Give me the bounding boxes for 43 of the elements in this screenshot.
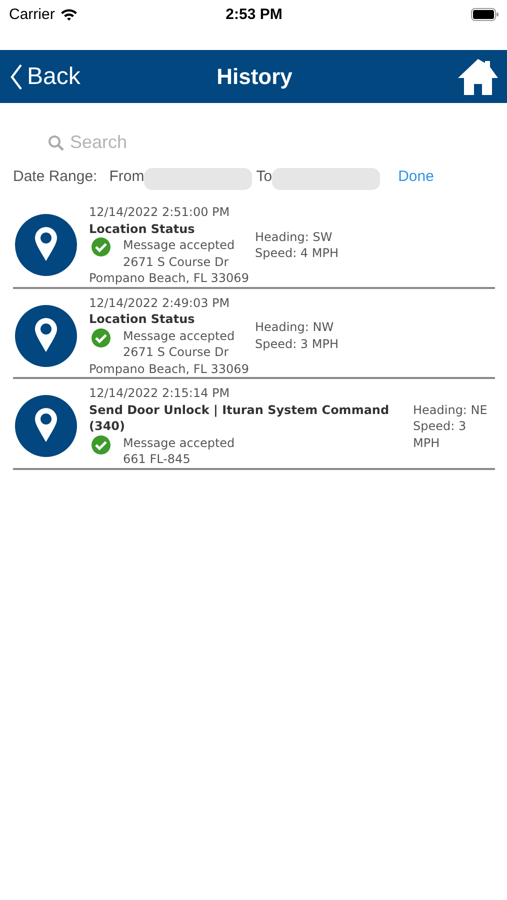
location-pin-icon bbox=[15, 395, 77, 458]
history-row[interactable]: 12/14/2022 2:49:03 PM Location Status Message accepted 2671 S Course Dr Pompano Beach, FL 33069 Heading: NW Speed: 3 MPH bbox=[13, 288, 495, 379]
to-date-field[interactable] bbox=[272, 168, 380, 190]
status-time: 2:53 PM bbox=[226, 6, 282, 22]
timestamp: 12/14/2022 2:15:14 PM bbox=[89, 385, 231, 402]
heading-text: Heading: NW bbox=[254, 319, 335, 336]
speed-text: Speed: 3 MPH bbox=[413, 418, 468, 451]
check-icon bbox=[91, 434, 111, 454]
battery-icon bbox=[471, 8, 500, 20]
entry-title: Location Status bbox=[89, 220, 196, 237]
entry-title: Location Status bbox=[89, 311, 196, 328]
check-icon bbox=[91, 237, 111, 257]
carrier-label: Carrier bbox=[9, 6, 55, 22]
search-icon bbox=[48, 134, 64, 150]
heading-text: Heading: SW bbox=[254, 228, 334, 246]
history-row[interactable]: 12/14/2022 2:51:00 PM Location Status Message accepted 2671 S Course Dr Pompano Beach, FL 33069 Heading: SW Speed: 4 MPH bbox=[13, 198, 495, 288]
from-label: From bbox=[109, 168, 144, 184]
entry-title: Send Door Unlock | Ituran System Command (340) bbox=[89, 402, 390, 434]
timestamp: 12/14/2022 2:49:03 PM bbox=[89, 294, 231, 311]
timestamp: 12/14/2022 2:51:00 PM bbox=[89, 204, 231, 220]
history-row[interactable]: 12/14/2022 2:15:14 PM Send Door Unlock | Ituran System Command (340) Message accepted 661 FL-845 Heading: NE Speed: 3 MPH bbox=[13, 379, 495, 470]
back-button[interactable]: Back bbox=[10, 62, 217, 90]
date-range-label: Date Range: bbox=[13, 168, 98, 184]
home-icon[interactable] bbox=[457, 58, 500, 96]
location-pin-icon bbox=[15, 214, 77, 276]
address-text: 661 FL-845 bbox=[123, 451, 192, 468]
speed-text: Speed: 4 MPH bbox=[254, 245, 340, 262]
wifi-icon bbox=[60, 8, 78, 20]
address-text: 2671 S Course Dr bbox=[123, 254, 230, 270]
check-icon bbox=[91, 328, 111, 348]
status-text: Message accepted bbox=[123, 434, 236, 451]
back-chevron-icon bbox=[10, 62, 23, 90]
address-text: Pompano Beach, FL 33069 bbox=[89, 360, 249, 377]
to-label: To bbox=[256, 168, 272, 184]
status-text: Message accepted bbox=[123, 328, 236, 344]
address-text: 2671 S Course Dr bbox=[123, 344, 230, 360]
status-text: Message accepted bbox=[123, 237, 236, 254]
from-date-field[interactable] bbox=[144, 168, 252, 190]
screen-title: History bbox=[216, 64, 292, 90]
speed-text: Speed: 3 MPH bbox=[254, 336, 340, 352]
heading-text: Heading: NE bbox=[413, 402, 488, 418]
address-text: Pompano Beach, FL 33069 bbox=[89, 270, 249, 286]
location-pin-icon bbox=[15, 304, 77, 367]
